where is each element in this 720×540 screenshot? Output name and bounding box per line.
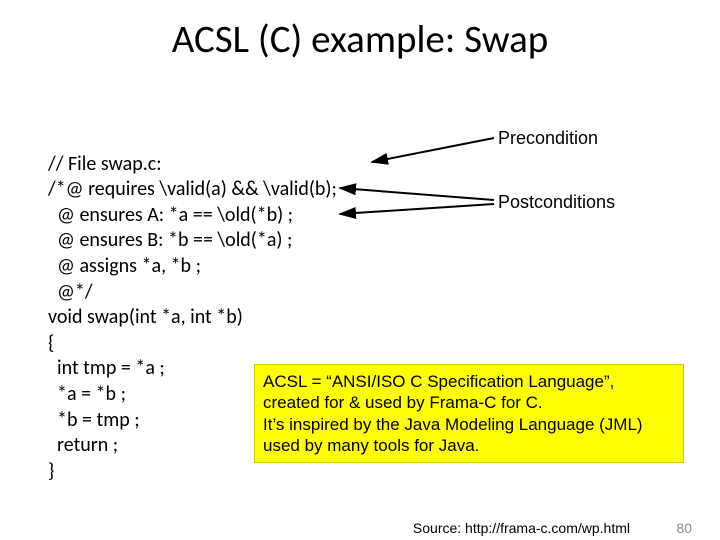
slide-title: ACSL (C) example: Swap	[0, 16, 720, 63]
code-line: // File swap.c:	[48, 152, 162, 176]
code-line: return ;	[48, 433, 118, 457]
info-line: ACSL = “ANSI/ISO C Specification Languag…	[263, 371, 675, 392]
code-line: @ assigns *a, *b ;	[48, 254, 201, 278]
code-line: void swap(int *a, int *b)	[48, 305, 243, 329]
page-number: 80	[676, 520, 692, 536]
arrow-postcondition-a	[340, 188, 494, 200]
postconditions-label: Postconditions	[498, 192, 615, 213]
code-line: {	[48, 331, 54, 355]
code-line: /*@ requires \valid(a) && \valid(b);	[48, 177, 337, 201]
code-line: int tmp = *a ;	[48, 356, 165, 380]
info-line: created for & used by Frama-C for C.	[263, 392, 675, 413]
code-line: *b = tmp ;	[48, 408, 140, 432]
code-line: @ ensures B: *b == \old(*a) ;	[48, 228, 292, 252]
arrow-postcondition-b	[340, 204, 494, 214]
precondition-label: Precondition	[498, 128, 598, 149]
info-line: It’s inspired by the Java Modeling Langu…	[263, 414, 675, 435]
source-text: Source: http://frama-c.com/wp.html	[413, 520, 630, 536]
code-line: @*/	[48, 280, 93, 304]
arrow-precondition	[372, 138, 494, 162]
code-line: }	[48, 459, 54, 483]
info-box: ACSL = “ANSI/ISO C Specification Languag…	[254, 364, 684, 463]
info-line: used by many tools for Java.	[263, 435, 675, 456]
code-line: *a = *b ;	[48, 382, 126, 406]
code-line: @ ensures A: *a == \old(*b) ;	[48, 203, 293, 227]
